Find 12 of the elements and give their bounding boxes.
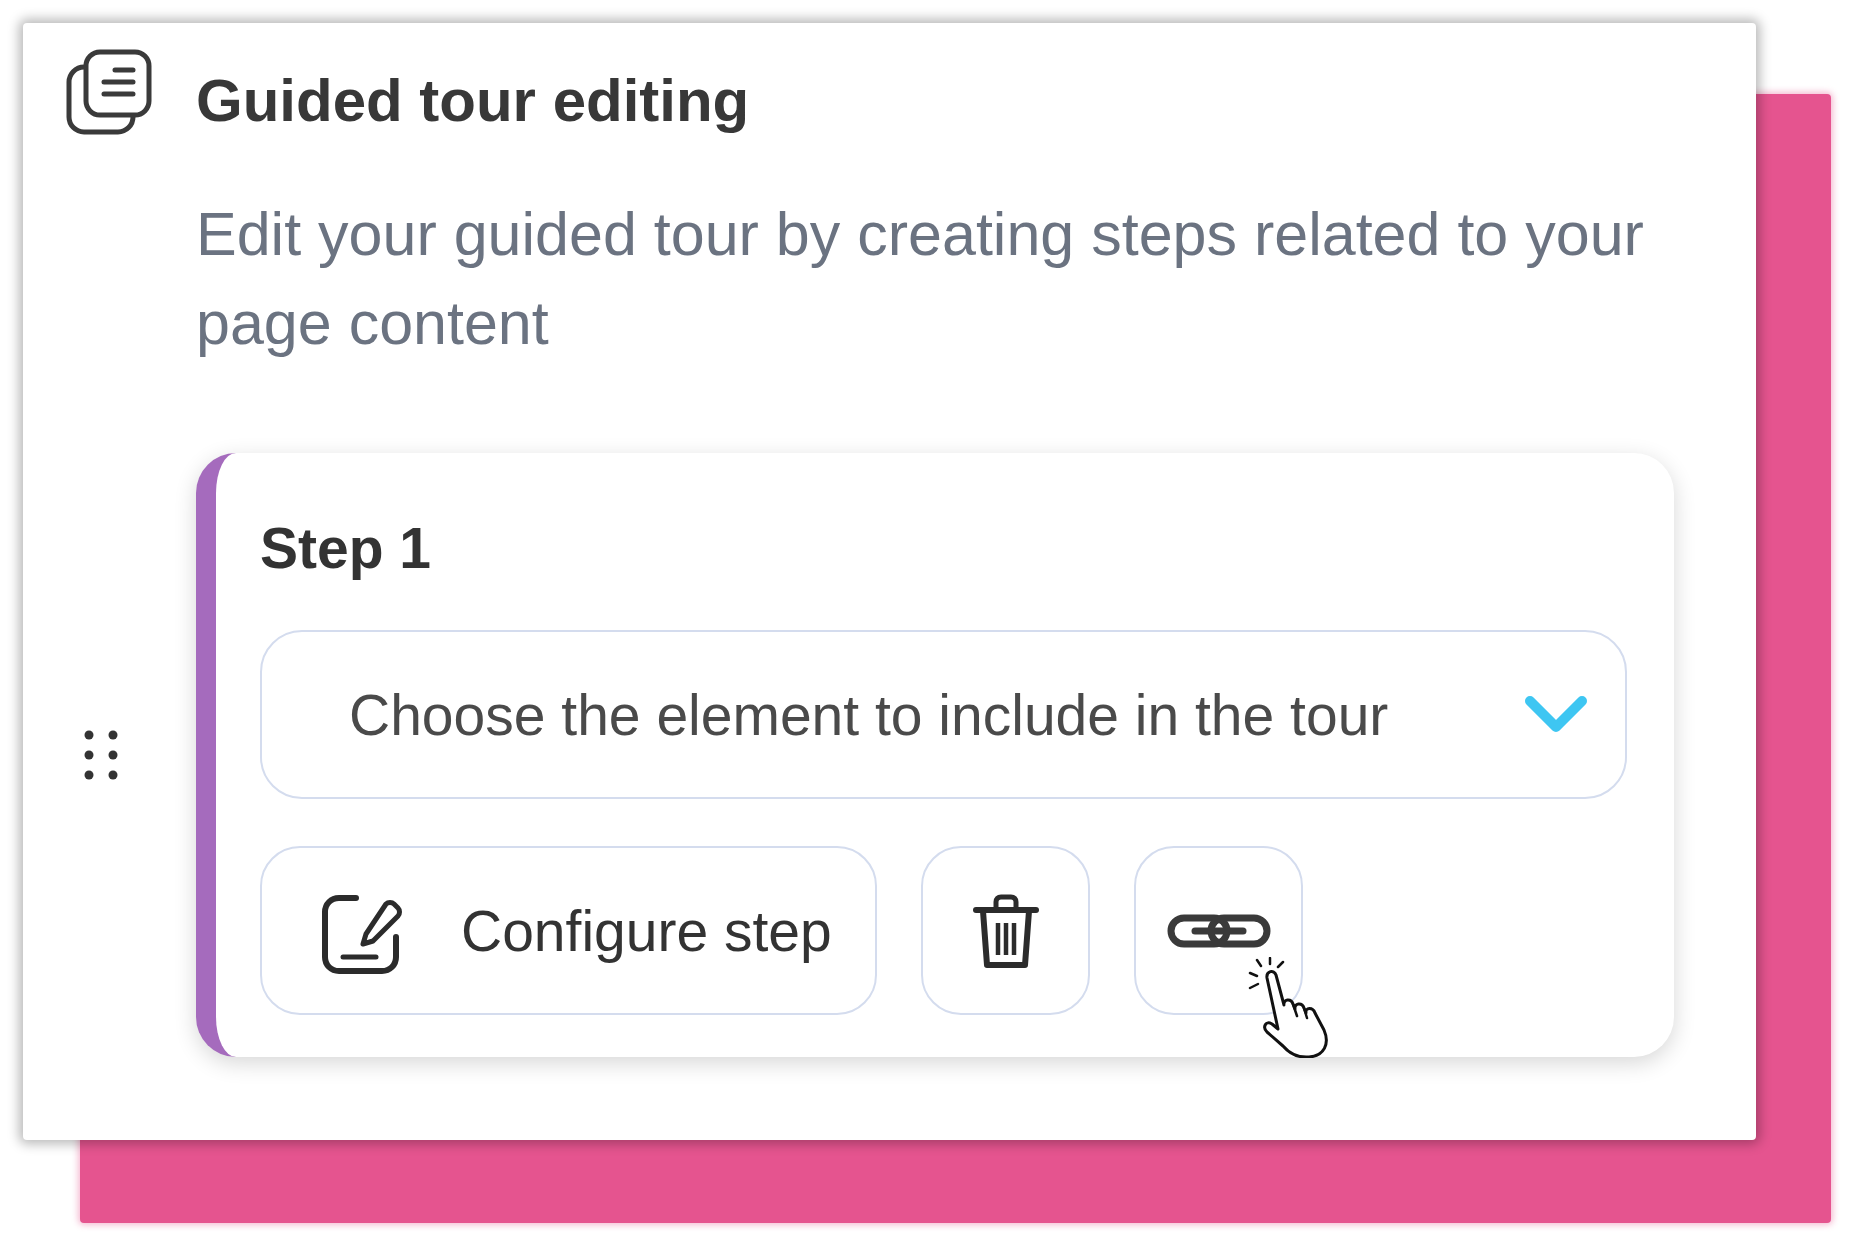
link-button[interactable] xyxy=(1134,846,1303,1015)
stacked-pages-icon xyxy=(66,49,152,135)
drag-handle-icon[interactable] xyxy=(83,730,119,780)
panel-title: Guided tour editing xyxy=(196,66,750,136)
chevron-down-icon xyxy=(1524,695,1588,734)
configure-step-button[interactable]: Configure step xyxy=(260,846,877,1015)
link-icon xyxy=(1166,912,1271,949)
step-title: Step 1 xyxy=(260,515,432,582)
trash-icon xyxy=(971,892,1040,969)
panel-description: Edit your guided tour by creating steps related to your page content xyxy=(196,199,1645,359)
delete-button[interactable] xyxy=(921,846,1090,1015)
element-select[interactable]: Choose the element to include in the tour xyxy=(260,630,1627,799)
